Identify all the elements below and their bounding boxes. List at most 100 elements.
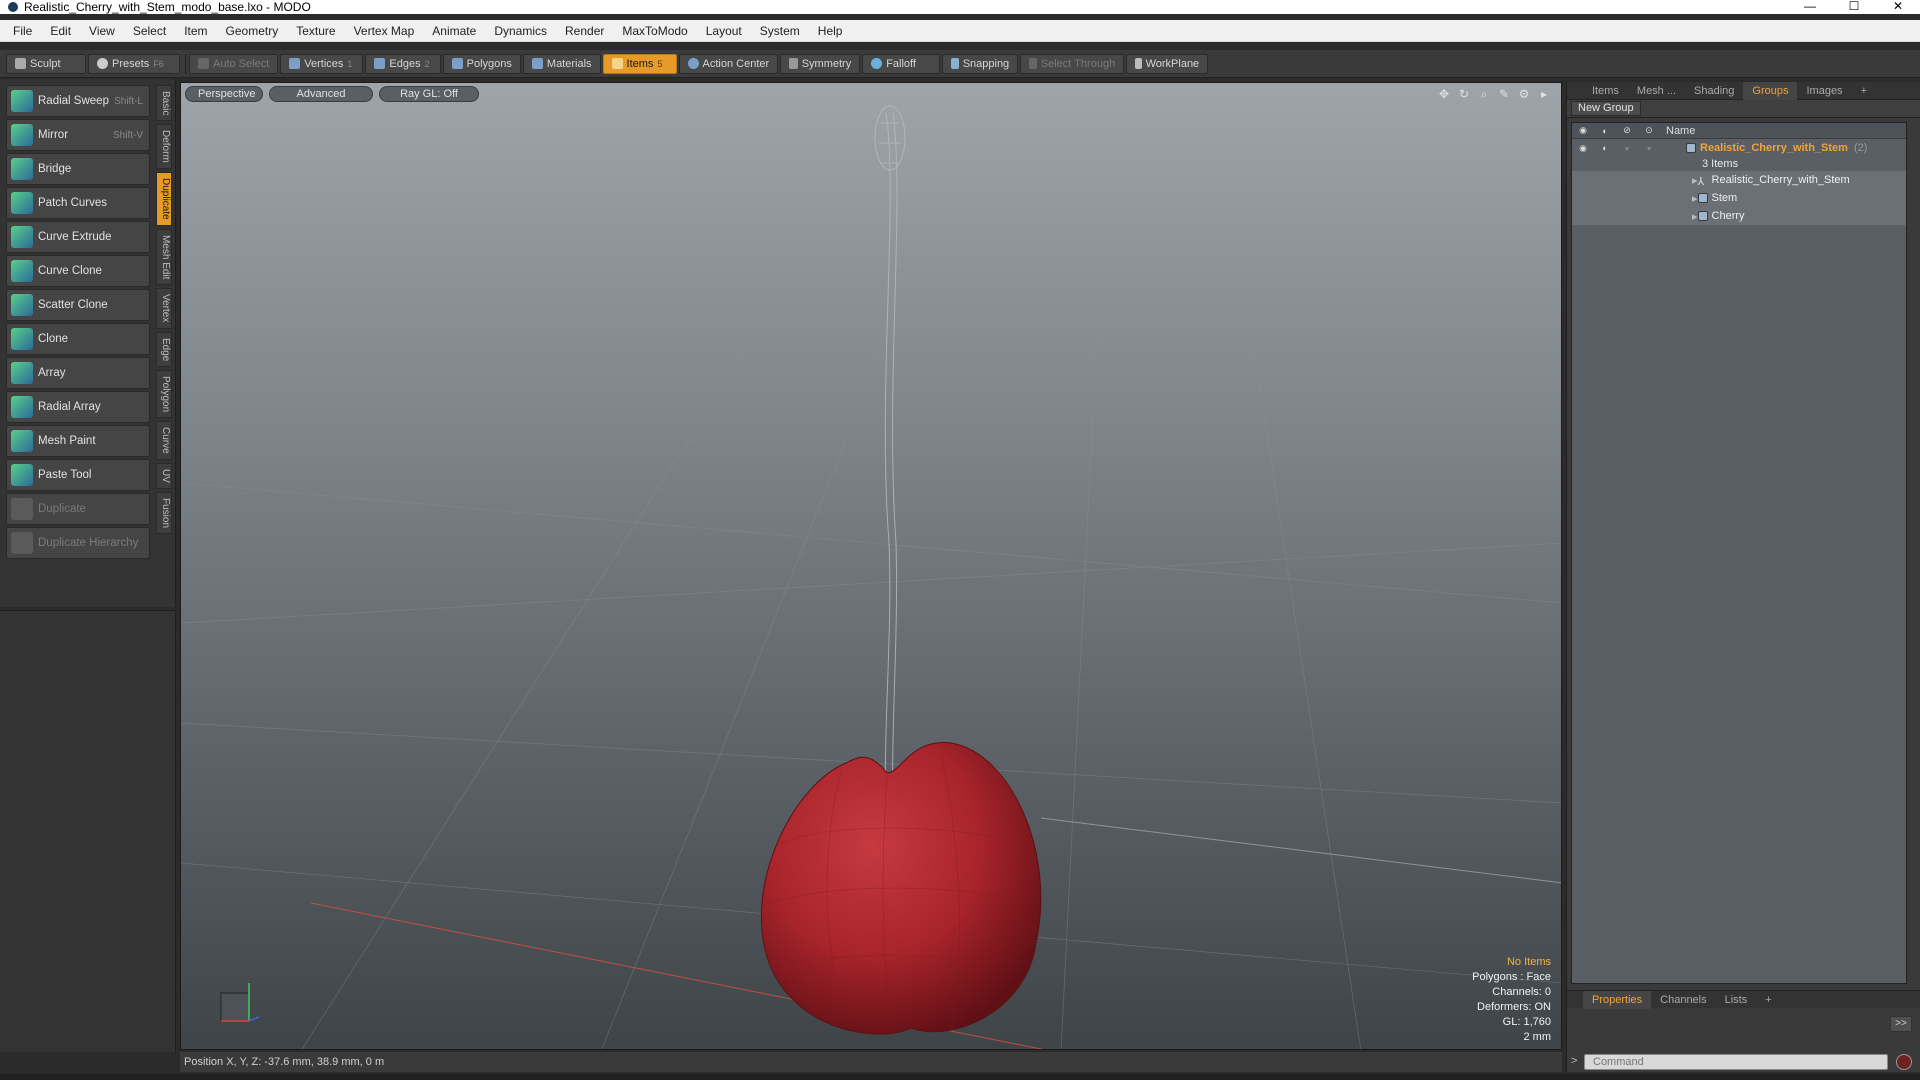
menu-view[interactable]: View <box>80 24 124 38</box>
items-button[interactable]: Items 5 <box>602 53 677 74</box>
viewport-expand-icon[interactable]: ▸ <box>1537 87 1551 101</box>
symmetry-button[interactable]: Symmetry <box>780 53 861 74</box>
minimize-button[interactable]: — <box>1788 0 1832 14</box>
tool-paste-tool-button[interactable]: Paste Tool <box>6 459 150 491</box>
vtab-vertex[interactable]: Vertex <box>156 288 172 329</box>
render-col-icon[interactable]: ◐ <box>1594 126 1616 136</box>
close-button[interactable]: ✕ <box>1876 0 1920 14</box>
tool-mesh-paint-button[interactable]: Mesh Paint <box>6 425 150 457</box>
duplicate-icon <box>11 498 33 520</box>
menu-layout[interactable]: Layout <box>697 24 751 38</box>
expand-panel-button[interactable]: >> <box>1890 1016 1912 1032</box>
visibility-col-icon[interactable]: ◉ <box>1572 125 1594 136</box>
gl-count-label: GL: 1,760 <box>1502 1016 1551 1028</box>
3d-viewport[interactable]: Perspective Advanced Ray GL: Off ✥ ↻ ⌕ ✎… <box>180 82 1562 1050</box>
shading-dropdown[interactable]: Advanced <box>269 86 373 102</box>
lock-col-icon[interactable]: ⊘ <box>1616 125 1638 136</box>
tree-child-row[interactable]: ▸ ⅄ Realistic_Cherry_with_Stem <box>1572 171 1906 189</box>
menu-vertex-map[interactable]: Vertex Map <box>345 24 424 38</box>
expand-arrow-icon[interactable]: ▸ <box>1692 210 1698 223</box>
tab-items[interactable]: Items <box>1583 82 1628 100</box>
vtab-curve[interactable]: Curve <box>156 421 172 460</box>
tab-add[interactable]: + <box>1756 991 1780 1009</box>
vtab-duplicate[interactable]: Duplicate <box>156 172 172 226</box>
tool-curve-clone-button[interactable]: Curve Clone <box>6 255 150 287</box>
tool-duplicate-hierarchy-button[interactable]: Duplicate Hierarchy <box>6 527 150 559</box>
tool-bridge-button[interactable]: Bridge <box>6 153 150 185</box>
tool-duplicate-button[interactable]: Duplicate <box>6 493 150 525</box>
falloff-button[interactable]: Falloff <box>862 53 941 74</box>
materials-button[interactable]: Materials <box>522 53 601 74</box>
vertices-button[interactable]: Vertices 1 <box>280 53 364 74</box>
new-group-button[interactable]: New Group <box>1571 101 1641 116</box>
edges-button[interactable]: Edges 2 <box>365 53 441 74</box>
tool-mirror-button[interactable]: Mirror Shift-V <box>6 119 150 151</box>
vtab-uv[interactable]: UV <box>156 462 172 489</box>
viewport-gear-icon[interactable]: ⚙ <box>1517 87 1531 101</box>
pan-icon[interactable]: ✥ <box>1437 87 1451 101</box>
tab-mesh[interactable]: Mesh ... <box>1628 82 1685 100</box>
tool-patch-curves-button[interactable]: Patch Curves <box>6 187 150 219</box>
presets-button[interactable]: Presets F6 <box>88 53 180 74</box>
tool-curve-extrude-button[interactable]: Curve Extrude <box>6 221 150 253</box>
view-type-dropdown[interactable]: Perspective <box>185 86 263 102</box>
vtab-mesh-edit[interactable]: Mesh Edit <box>156 228 172 286</box>
sculpt-button[interactable]: Sculpt <box>6 53 86 74</box>
menu-geometry[interactable]: Geometry <box>217 24 288 38</box>
visibility-eye-icon[interactable]: ◉ <box>1572 143 1594 154</box>
tab-images[interactable]: Images <box>1797 82 1851 100</box>
raygl-toggle[interactable]: Ray GL: Off <box>379 86 479 102</box>
workplane-button[interactable]: WorkPlane <box>1126 53 1209 74</box>
vtab-deform[interactable]: Deform <box>156 124 172 170</box>
vtab-polygon[interactable]: Polygon <box>156 370 172 419</box>
tab-shading[interactable]: Shading <box>1685 82 1743 100</box>
tool-radial-array-button[interactable]: Radial Array <box>6 391 150 423</box>
falloff-icon <box>871 58 883 69</box>
maximize-button[interactable]: ☐ <box>1832 0 1876 14</box>
zoom-icon[interactable]: ⌕ <box>1477 87 1491 101</box>
tab-groups[interactable]: Groups <box>1743 81 1798 100</box>
vtab-basic[interactable]: Basic <box>156 85 172 122</box>
snapping-button[interactable]: Snapping <box>942 53 1019 74</box>
select-through-button[interactable]: Select Through <box>1020 53 1125 74</box>
lock-toggle-icon[interactable]: ▫ <box>1616 143 1638 153</box>
expand-arrow-icon[interactable]: ▸ <box>1692 192 1698 205</box>
render-toggle-icon[interactable]: ◐ <box>1594 143 1616 153</box>
menu-item[interactable]: Item <box>175 24 216 38</box>
vtab-fusion[interactable]: Fusion <box>156 491 172 534</box>
select-toggle-icon[interactable]: ▫ <box>1638 143 1660 153</box>
tree-child-row[interactable]: ▸ Stem <box>1572 189 1906 207</box>
select-col-icon[interactable]: ⊙ <box>1638 125 1660 136</box>
menu-file[interactable]: File <box>4 24 41 38</box>
tool-array-button[interactable]: Array <box>6 357 150 389</box>
tree-child-row[interactable]: ▸ Cherry <box>1572 207 1906 225</box>
menu-animate[interactable]: Animate <box>423 24 485 38</box>
menu-select[interactable]: Select <box>124 24 175 38</box>
tab-channels[interactable]: Channels <box>1651 991 1715 1009</box>
expand-arrow-icon[interactable]: ▸ <box>1692 174 1698 187</box>
name-column-header[interactable]: Name <box>1666 125 1695 137</box>
tab-lists[interactable]: Lists <box>1716 991 1757 1009</box>
vtab-edge[interactable]: Edge <box>156 331 172 368</box>
tab-add[interactable]: + <box>1852 82 1876 100</box>
tab-properties[interactable]: Properties <box>1583 990 1652 1009</box>
menu-dynamics[interactable]: Dynamics <box>485 24 556 38</box>
menu-edit[interactable]: Edit <box>41 24 80 38</box>
tool-clone-button[interactable]: Clone <box>6 323 150 355</box>
record-macro-icon[interactable] <box>1896 1054 1912 1070</box>
menu-help[interactable]: Help <box>809 24 852 38</box>
tool-scatter-clone-button[interactable]: Scatter Clone <box>6 289 150 321</box>
rotate-icon[interactable]: ↻ <box>1457 87 1471 101</box>
menu-system[interactable]: System <box>751 24 809 38</box>
polygons-button[interactable]: Polygons <box>442 53 521 74</box>
tool-radial-sweep-button[interactable]: Radial Sweep Shift-L <box>6 85 150 117</box>
menu-maxtomodo[interactable]: MaxToModo <box>613 24 696 38</box>
command-input[interactable]: Command <box>1584 1054 1888 1070</box>
action-center-button[interactable]: Action Center <box>678 53 779 74</box>
edges-icon <box>374 58 386 69</box>
menu-render[interactable]: Render <box>556 24 613 38</box>
group-row[interactable]: ◉ ◐ ▫ ▫ Realistic_Cherry_with_Stem (2) <box>1572 139 1906 157</box>
brush-view-icon[interactable]: ✎ <box>1497 87 1511 101</box>
menu-texture[interactable]: Texture <box>287 24 344 38</box>
auto-select-button[interactable]: Auto Select <box>189 53 279 74</box>
